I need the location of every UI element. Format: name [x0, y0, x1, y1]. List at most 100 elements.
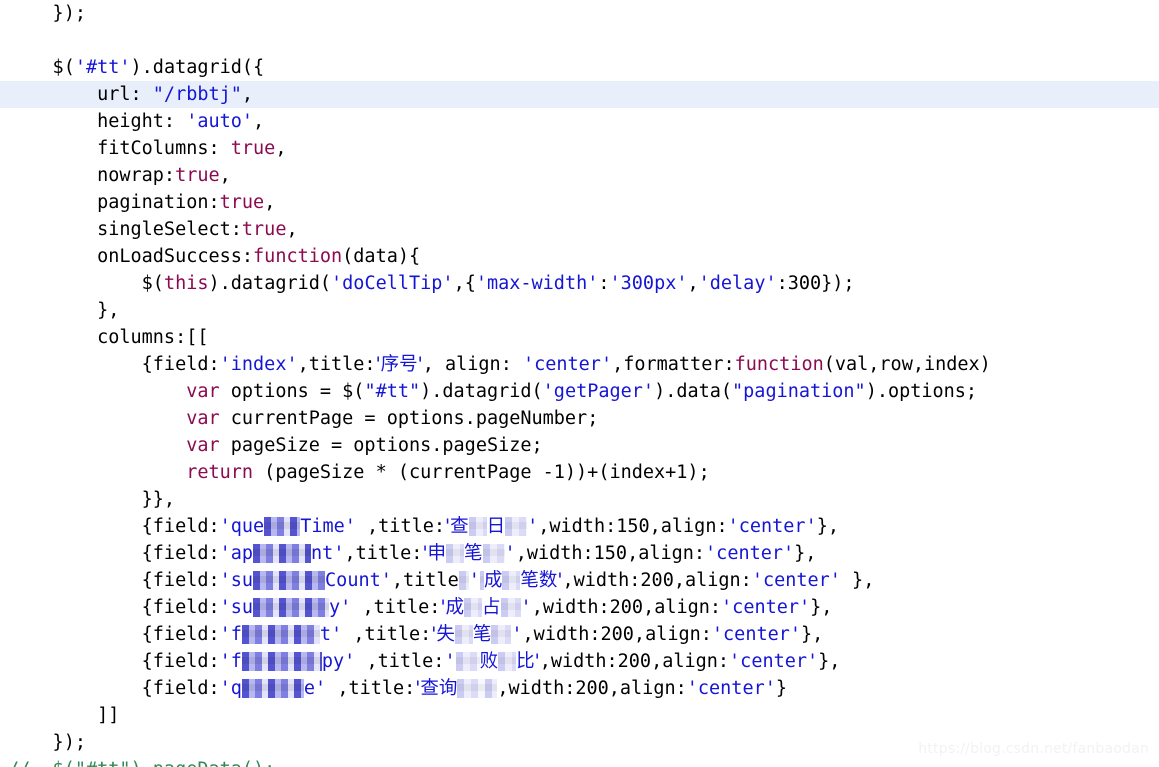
code-token-plain: $( — [8, 273, 164, 294]
code-token-plain: }); — [8, 732, 86, 753]
code-token-kw: function — [253, 246, 343, 267]
code-token-plain: ).datagrid( — [208, 273, 332, 294]
code-token-plain: , — [241, 84, 254, 105]
code-line[interactable]: var options = $("#tt").datagrid('getPage… — [0, 378, 1159, 405]
code-token-plain: ).data( — [654, 381, 733, 402]
code-token-str: "#tt" — [364, 381, 421, 402]
code-token-plain: ,title: — [297, 354, 376, 375]
code-line[interactable]: var pageSize = options.pageSize; — [0, 432, 1159, 459]
censored-mosaic-block — [505, 516, 528, 536]
code-line-content: }}, — [0, 486, 1159, 513]
code-line[interactable]: columns:[[ — [0, 324, 1159, 351]
code-line-content: height: 'auto', — [0, 108, 1159, 135]
code-token-kw: true — [219, 192, 265, 213]
code-line[interactable]: {field:'f py' ,title:' 败比',width:200,align… — [0, 648, 1159, 675]
code-line[interactable]: fitColumns: true, — [0, 135, 1159, 162]
code-line[interactable]: {field:'f t' ,title:'失笔 ',width:200,align:… — [0, 621, 1159, 648]
code-token-plain: , — [687, 273, 699, 294]
code-token-plain: ,title: — [344, 543, 423, 564]
code-token-str: 占 — [482, 597, 501, 618]
code-line[interactable]: onLoadSuccess:function(data){ — [0, 243, 1159, 270]
code-token-str: ' — [520, 597, 532, 618]
code-token-plain: ,title: — [355, 516, 445, 537]
code-token-plain: {field: — [8, 570, 220, 591]
code-line[interactable]: }); — [0, 0, 1159, 27]
code-token-plain: pageSize = options.pageSize; — [219, 435, 543, 456]
code-token-str: 笔 — [472, 624, 492, 645]
code-token-plain: : — [598, 273, 610, 294]
code-token-kw: var — [186, 408, 220, 429]
code-token-str: ' — [444, 651, 456, 672]
code-token-str: e' — [303, 678, 327, 699]
censored-mosaic-block — [241, 678, 304, 698]
code-line-content: {field:'f t' ,title:'失笔 ',width:200,align:… — [0, 621, 1159, 648]
code-line[interactable]: var currentPage = options.pageNumber; — [0, 405, 1159, 432]
code-token-plain: }, — [794, 543, 817, 564]
code-token-kw: return — [186, 462, 254, 483]
code-token-plain: onLoadSuccess: — [8, 246, 254, 267]
code-line[interactable]: }}, — [0, 486, 1159, 513]
code-token-plain: (data){ — [342, 246, 421, 267]
code-line-content: var options = $("#tt").datagrid('getPage… — [0, 378, 1159, 405]
code-editor-viewport[interactable]: }); $('#tt').datagrid({ url: "/rbbtj", h… — [0, 0, 1159, 767]
code-line-content: }); — [0, 0, 1159, 27]
code-token-kw: function — [734, 354, 824, 375]
code-line[interactable]: pagination:true, — [0, 189, 1159, 216]
code-line[interactable]: // $("#tt").pageData(); — [0, 756, 1159, 767]
code-token-str: '失 — [431, 624, 455, 645]
code-line[interactable]: $('#tt').datagrid({ — [0, 54, 1159, 81]
code-line[interactable]: }, — [0, 297, 1159, 324]
code-token-str: "/rbbtj" — [152, 84, 242, 105]
code-token-str: 笔 — [464, 543, 483, 564]
code-line[interactable]: return (pageSize * (currentPage -1))+(in… — [0, 459, 1159, 486]
code-token-str: 'su — [219, 597, 254, 618]
code-line-content: {field:'su Count',title ' 成笔数',width:200,al… — [0, 567, 1159, 594]
code-token-str: 日 — [486, 516, 506, 537]
code-token-plain: ,{ — [453, 273, 476, 294]
code-line[interactable]: height: 'auto', — [0, 108, 1159, 135]
censored-mosaic-block — [253, 597, 330, 617]
code-token-kw: true — [241, 219, 287, 240]
code-line-content: {field:'ap nt',title:'申笔 ',width:150,align… — [0, 540, 1159, 567]
code-token-plain: {field: — [8, 651, 220, 672]
censored-mosaic-block — [457, 678, 498, 698]
code-line[interactable] — [0, 27, 1159, 54]
code-token-str: 'f — [219, 651, 242, 672]
code-token-plain: nowrap: — [8, 165, 176, 186]
code-line-content: $('#tt').datagrid({ — [0, 54, 1159, 81]
code-line[interactable]: nowrap:true, — [0, 162, 1159, 189]
code-line[interactable]: $(this).datagrid('doCellTip',{'max-width… — [0, 270, 1159, 297]
code-line[interactable]: ]] — [0, 702, 1159, 729]
code-token-str: '序号' — [375, 354, 423, 375]
code-token-kw: this — [163, 273, 209, 294]
code-token-kw: var — [186, 381, 220, 402]
code-token-plain: }, — [8, 300, 120, 321]
code-token-plain: ,title: — [342, 624, 432, 645]
code-line[interactable]: {field:'ap nt',title:'申笔 ',width:150,align… — [0, 540, 1159, 567]
code-line[interactable]: {field:'index',title:'序号', align: 'cente… — [0, 351, 1159, 378]
code-token-plain: {field: — [8, 624, 220, 645]
censored-mosaic-block — [482, 543, 505, 563]
code-line[interactable]: {field:'q e' ,title:'查询 ,width:200,align:'… — [0, 675, 1159, 702]
censored-mosaic-block — [498, 651, 517, 671]
code-token-kw: var — [186, 435, 220, 456]
code-token-kw: true — [230, 138, 276, 159]
code-token-plain: ,width:200,align: — [539, 651, 730, 672]
csdn-watermark: https://blog.csdn.net/fanbaodan — [918, 741, 1149, 757]
code-line[interactable]: {field:'su y' ,title:'成占 ',width:200,align… — [0, 594, 1159, 621]
code-line-content: // $("#tt").pageData(); — [0, 756, 1159, 767]
code-line[interactable]: {field:'que Time' ,title:'查日 ',width:150,a… — [0, 513, 1159, 540]
code-line-content: fitColumns: true, — [0, 135, 1159, 162]
code-token-plain: ,width:200,align: — [562, 570, 752, 591]
code-token-plain: , — [275, 138, 287, 159]
code-line[interactable]: url: "/rbbtj", — [0, 81, 1159, 108]
code-token-plain: , — [264, 192, 276, 213]
code-line[interactable]: singleSelect:true, — [0, 216, 1159, 243]
code-token-plain: }}, — [8, 489, 176, 510]
censored-mosaic-block — [468, 516, 487, 536]
code-token-plain: }, — [818, 651, 841, 672]
censored-mosaic-block — [479, 570, 484, 590]
code-token-plain: }, — [816, 516, 839, 537]
code-line[interactable]: {field:'su Count',title ' 成笔数',width:200,al… — [0, 567, 1159, 594]
code-token-str: 'doCellTip' — [331, 273, 454, 294]
